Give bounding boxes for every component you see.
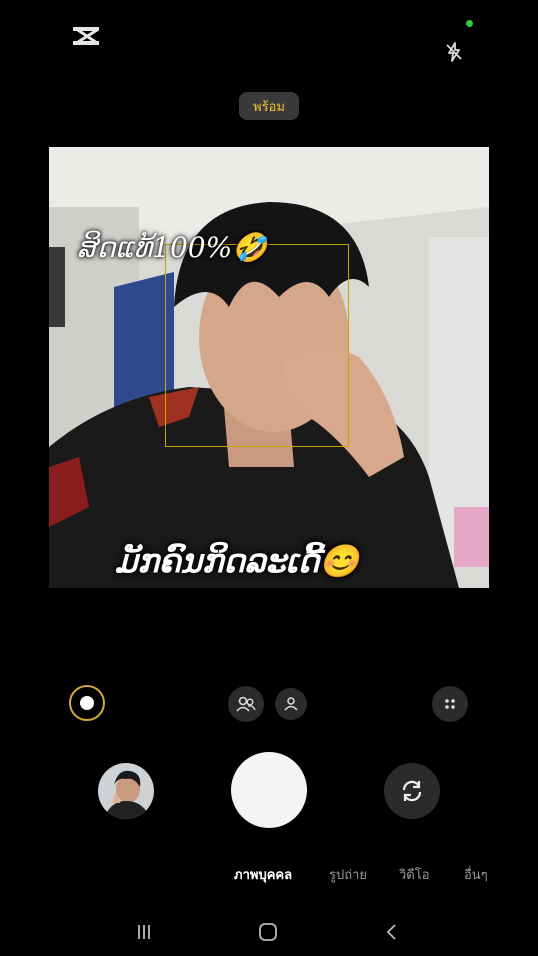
recent-apps-icon[interactable] [132, 920, 156, 944]
grid-dots-icon [445, 699, 455, 709]
back-icon[interactable] [380, 920, 404, 944]
two-people-button[interactable] [228, 686, 264, 722]
mode-photo[interactable]: รูปถ่าย [329, 864, 367, 885]
camera-switch-icon [402, 780, 422, 802]
mode-portrait[interactable]: ภาพบุคคล [234, 864, 292, 885]
mode-video[interactable]: วิดีโอ [399, 864, 430, 885]
more-options-button[interactable] [432, 686, 468, 722]
capcut-logo-icon [73, 26, 99, 46]
home-icon[interactable] [256, 920, 280, 944]
gallery-thumbnail-image [98, 763, 154, 819]
caption-bottom: ມັກຄົນກິດລະເດີ້😊 [115, 542, 360, 580]
person-icon [284, 697, 298, 711]
record-mode-button[interactable] [69, 685, 105, 721]
flash-off-icon[interactable] [442, 40, 466, 64]
camera-viewfinder[interactable]: ສິດແທ້100%🤣 ມັກຄົນກິດລະເດີ້😊 [49, 147, 489, 588]
focus-frame [165, 244, 349, 447]
ready-status-badge: พร้อม [239, 92, 299, 120]
record-icon [80, 696, 94, 710]
switch-camera-button[interactable] [384, 763, 440, 819]
single-person-button[interactable] [275, 688, 307, 720]
shutter-button[interactable] [231, 752, 307, 828]
gallery-thumbnail[interactable] [98, 763, 154, 819]
two-people-icon [236, 696, 256, 712]
caption-top: ສິດແທ້100%🤣 [77, 231, 268, 264]
camera-active-indicator [466, 20, 473, 27]
mode-more[interactable]: อื่นๆ [464, 864, 488, 885]
camera-mode-selector: ภาพบุคคล รูปถ่าย วิดีโอ อื่นๆ [0, 864, 538, 888]
